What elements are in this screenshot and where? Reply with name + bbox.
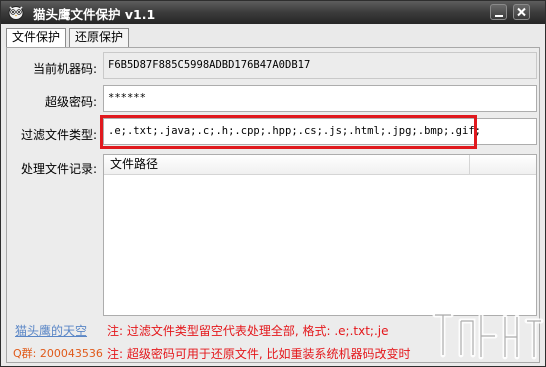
records-label: 处理文件记录: <box>20 162 97 176</box>
owl-icon <box>8 6 24 20</box>
tab-restore-protect[interactable]: 还原保护 <box>69 28 129 47</box>
column-header-file-path[interactable]: 文件路径 <box>104 155 470 175</box>
site-link[interactable]: 猫头鹰的天空 <box>15 322 87 339</box>
title-bar[interactable]: 猫头鹰文件保护 v1.1 <box>1 1 545 24</box>
records-list-header: 文件路径 <box>104 155 536 175</box>
close-button[interactable] <box>513 4 530 20</box>
close-icon <box>517 7 526 17</box>
machine-code-label: 当前机器码: <box>32 62 97 76</box>
minimize-button[interactable] <box>490 4 507 20</box>
tab-file-protect[interactable]: 文件保护 <box>6 28 66 48</box>
filter-types-label: 过滤文件类型: <box>20 128 97 142</box>
machine-code-field[interactable]: F6B5D87F885C5998ADBD176B47A0DB17 <box>103 52 537 79</box>
filter-note: 注: 过滤文件类型留空代表处理全部, 格式: .e;.txt;.je <box>107 324 389 338</box>
watermark-logo <box>432 312 544 360</box>
super-password-value: ****** <box>108 92 146 104</box>
password-note: 注: 超级密码可用于还原文件, 比如重装系统机器码改变时 <box>107 347 411 361</box>
window-title: 猫头鹰文件保护 v1.1 <box>33 7 156 22</box>
minimize-icon <box>495 15 503 17</box>
super-password-field[interactable]: ****** <box>103 85 537 112</box>
records-list[interactable]: 文件路径 <box>103 154 537 316</box>
super-password-label: 超级密码: <box>44 95 97 109</box>
highlight-annotation-box <box>100 115 477 149</box>
machine-code-value: F6B5D87F885C5998ADBD176B47A0DB17 <box>108 59 311 71</box>
qq-group-text: Q群: 200043536 <box>13 347 103 360</box>
app-window: 猫头鹰文件保护 v1.1 文件保护 还原保护 当前机器码: F6B5D87F88… <box>0 0 546 367</box>
